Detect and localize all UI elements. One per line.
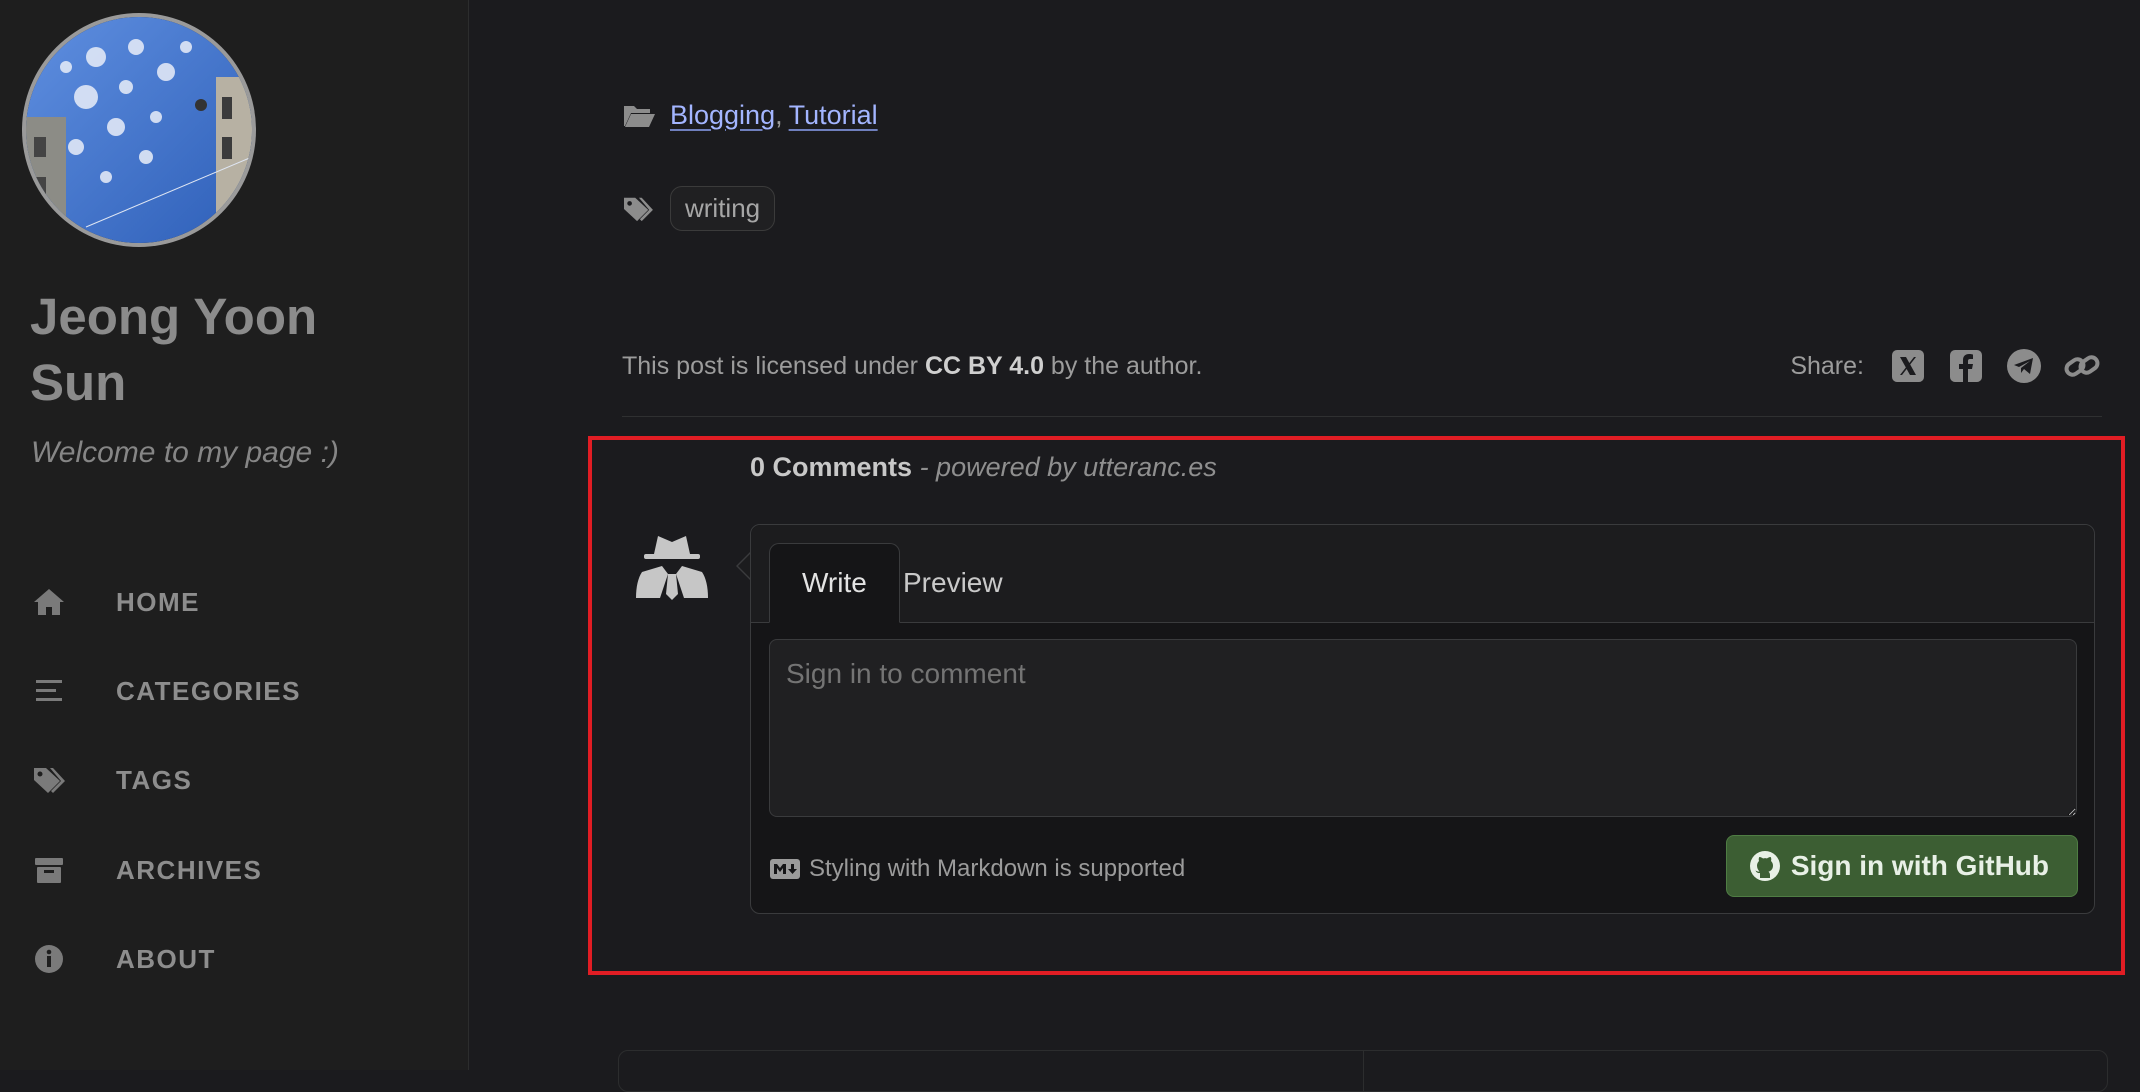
post-tags: writing	[622, 186, 776, 231]
home-icon	[30, 583, 68, 621]
post-navigation-cards	[618, 1050, 2108, 1092]
comment-count-text: 0 Comments	[750, 452, 913, 482]
nav-label-categories: CATEGORIES	[116, 675, 301, 706]
category-link-blogging[interactable]: Blogging	[670, 100, 775, 131]
tab-preview[interactable]: Preview	[871, 543, 1035, 622]
editor-tab-bar: Write Preview	[751, 525, 2094, 623]
nav-item-categories[interactable]: CATEGORIES	[30, 661, 430, 721]
comment-editor: Write Preview Styling with Markdown is s…	[750, 524, 2095, 914]
nav-label-home: HOME	[116, 586, 200, 617]
profile-avatar[interactable]	[26, 17, 252, 243]
comment-textarea[interactable]	[769, 639, 2077, 817]
markdown-note: Styling with Markdown is supported	[769, 855, 1185, 883]
nav-label-archives: ARCHIVES	[116, 854, 263, 885]
sidebar: Jeong Yoon Sun Welcome to my page :) HOM…	[0, 0, 469, 1070]
powered-by-text: - powered by utteranc.es	[919, 452, 1217, 482]
comment-count: 0 Comments - powered by utteranc.es	[750, 452, 1217, 483]
site-title[interactable]: Jeong Yoon Sun	[30, 284, 410, 416]
github-icon	[1749, 850, 1781, 882]
tag-chip-writing[interactable]: writing	[670, 186, 776, 231]
nav-item-tags[interactable]: TAGS	[30, 750, 430, 810]
category-link-tutorial[interactable]: Tutorial	[789, 100, 878, 131]
content-divider	[622, 416, 2102, 417]
anonymous-user-icon	[632, 532, 712, 604]
category-separator: ,	[775, 100, 783, 130]
post-license: This post is licensed under CC BY 4.0 by…	[622, 352, 1202, 381]
telegram-icon[interactable]	[2004, 346, 2044, 386]
nav-label-about: ABOUT	[116, 943, 216, 974]
post-navigation-divider	[1363, 1051, 1364, 1091]
facebook-icon[interactable]	[1946, 346, 1986, 386]
markdown-icon	[769, 858, 801, 880]
nav-item-archives[interactable]: ARCHIVES	[30, 840, 430, 900]
sign-in-github-button[interactable]: Sign in with GitHub	[1725, 835, 2078, 897]
license-name: CC BY 4.0	[924, 352, 1044, 380]
tags-icon	[622, 195, 654, 223]
link-icon[interactable]	[2062, 346, 2102, 386]
tags-icon	[30, 761, 68, 799]
stream-icon	[30, 672, 68, 710]
x-twitter-icon[interactable]	[1888, 346, 1928, 386]
nav-label-tags: TAGS	[116, 764, 193, 795]
share-label: Share:	[1790, 351, 1864, 380]
site-subtitle: Welcome to my page :)	[31, 436, 339, 469]
nav-item-home[interactable]: HOME	[30, 572, 430, 632]
archive-icon	[30, 851, 68, 889]
share-bar: Share:	[1790, 346, 2102, 386]
markdown-note-text: Styling with Markdown is supported	[809, 855, 1186, 882]
post-categories: Blogging , Tutorial	[622, 100, 878, 131]
folder-open-icon	[622, 102, 656, 130]
sign-in-github-label: Sign in with GitHub	[1790, 850, 2049, 881]
info-circle-icon	[30, 940, 68, 978]
license-suffix: by the author.	[1050, 352, 1203, 380]
license-prefix: This post is licensed under	[622, 352, 918, 380]
nav-item-about[interactable]: ABOUT	[30, 929, 430, 989]
